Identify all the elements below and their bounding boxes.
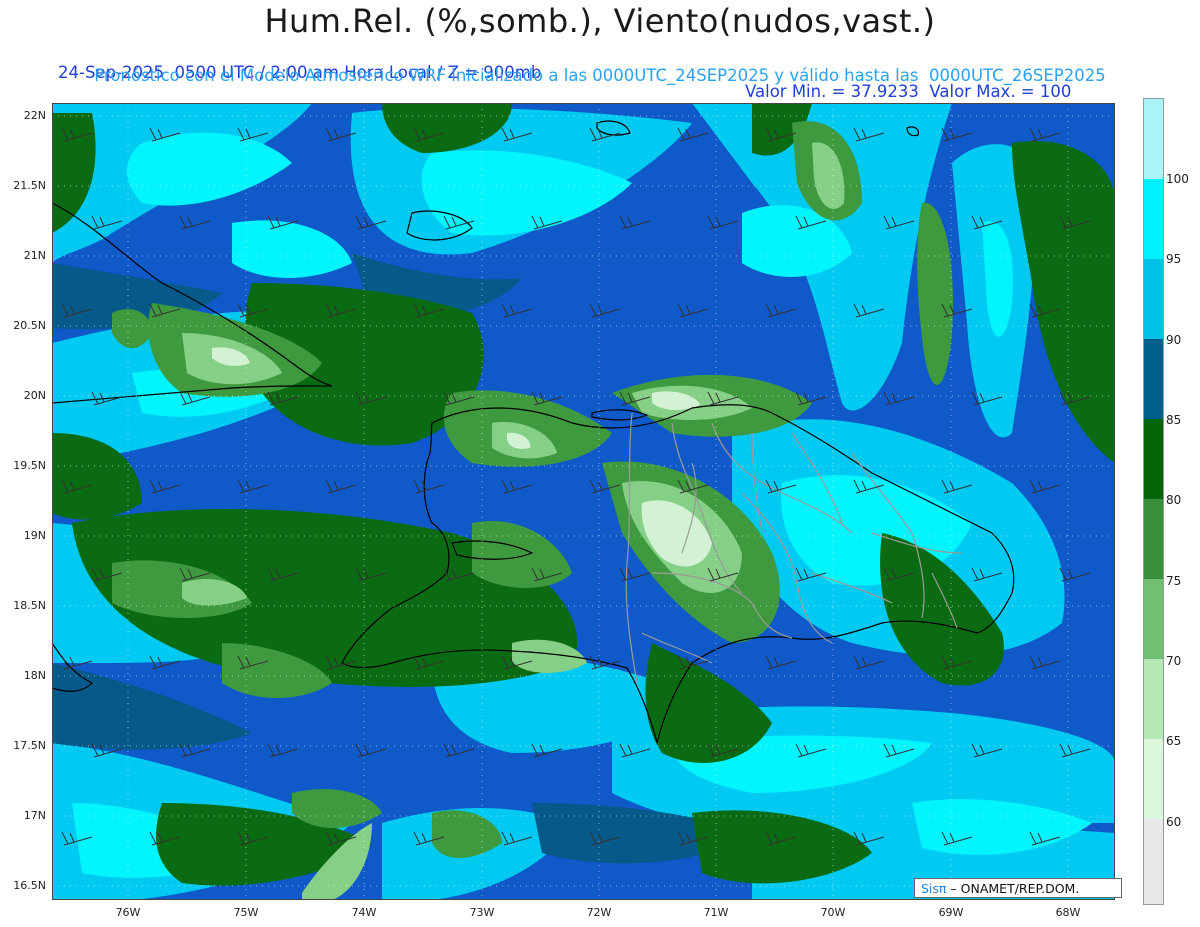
- lon-label: 75W: [233, 906, 259, 919]
- colorbar-segment: [1144, 179, 1163, 259]
- colorbar-segment: [1144, 739, 1163, 819]
- lat-label: 20N: [23, 389, 46, 402]
- colorbar-segment: [1144, 579, 1163, 659]
- lon-label: 76W: [115, 906, 141, 919]
- colorbar-segment: [1144, 819, 1163, 904]
- colorbar: [1143, 98, 1164, 905]
- colorbar-label: 95: [1166, 252, 1182, 266]
- sis-logo-text: Sisπ: [921, 881, 947, 896]
- lat-label: 17N: [23, 809, 46, 822]
- lat-label: 20.5N: [13, 319, 46, 332]
- colorbar-label: 60: [1166, 815, 1182, 829]
- lon-label: 68W: [1055, 906, 1081, 919]
- chart-title: Hum.Rel. (%,somb.), Viento(nudos,vast.): [264, 2, 936, 40]
- lon-label: 72W: [586, 906, 612, 919]
- colorbar-label: 85: [1166, 413, 1182, 427]
- colorbar-segment: [1144, 659, 1163, 739]
- colorbar-segment: [1144, 259, 1163, 339]
- map-canvas: [52, 103, 1115, 900]
- lat-label: 18N: [23, 669, 46, 682]
- lon-label: 69W: [938, 906, 964, 919]
- colorbar-segment: [1144, 499, 1163, 579]
- colorbar-label: 100: [1166, 172, 1189, 186]
- colorbar-label: 80: [1166, 493, 1182, 507]
- lat-label: 16.5N: [13, 879, 46, 892]
- lon-label: 74W: [351, 906, 377, 919]
- lat-label: 17.5N: [13, 739, 46, 752]
- lat-label: 18.5N: [13, 599, 46, 612]
- model-info-label: Pronóstico con el Modelo Atmosferico WRF…: [94, 66, 1106, 85]
- lat-label: 21.5N: [13, 179, 46, 192]
- lat-label: 19N: [23, 529, 46, 542]
- humidity-wind-map: [52, 103, 1115, 900]
- lon-label: 71W: [703, 906, 729, 919]
- colorbar-segment: [1144, 419, 1163, 499]
- colorbar-segment: [1144, 339, 1163, 419]
- lat-label: 21N: [23, 249, 46, 262]
- lat-label: 22N: [23, 109, 46, 122]
- credit-box: Sisπ – ONAMET/REP.DOM.: [914, 878, 1122, 898]
- colorbar-label: 90: [1166, 333, 1182, 347]
- lon-label: 73W: [469, 906, 495, 919]
- colorbar-label: 65: [1166, 734, 1182, 748]
- lon-label: 70W: [820, 906, 846, 919]
- colorbar-segment: [1144, 99, 1163, 179]
- credit-org: – ONAMET/REP.DOM.: [950, 881, 1080, 896]
- colorbar-label: 75: [1166, 574, 1182, 588]
- colorbar-label: 70: [1166, 654, 1182, 668]
- lat-label: 19.5N: [13, 459, 46, 472]
